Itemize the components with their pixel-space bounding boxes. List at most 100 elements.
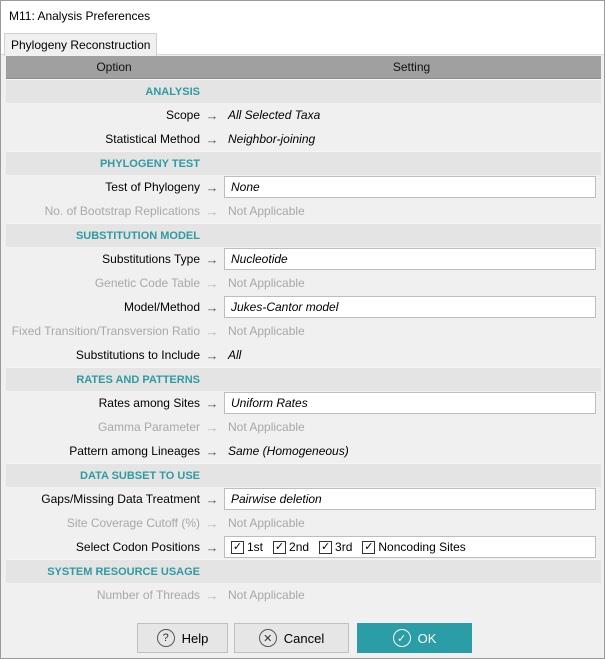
row-pattern-among-lineages: Pattern among Lineages → Same (Homogeneo… bbox=[6, 439, 601, 463]
tab-phylogeny-reconstruction[interactable]: Phylogeny Reconstruction bbox=[4, 33, 158, 56]
scope-value[interactable]: All Selected Taxa bbox=[224, 108, 320, 122]
row-scope: Scope → All Selected Taxa bbox=[6, 103, 601, 127]
row-substitutions-type: Substitutions Type → Nucleotide bbox=[6, 247, 601, 271]
bootstrap-value: Not Applicable bbox=[228, 204, 305, 218]
row-rates-among-sites: Rates among Sites → Uniform Rates bbox=[6, 391, 601, 415]
checkmark-icon: ✓ bbox=[319, 540, 333, 554]
arrow-right-icon: → bbox=[205, 203, 219, 219]
ok-button-label: OK bbox=[417, 630, 437, 646]
cancel-button[interactable]: ✕ Cancel bbox=[234, 623, 349, 653]
test-of-phylogeny-select[interactable]: None bbox=[224, 176, 596, 198]
option-label: Substitutions to Include bbox=[75, 348, 200, 362]
gaps-treatment-select[interactable]: Pairwise deletion bbox=[224, 488, 596, 510]
statistical-method-value[interactable]: Neighbor-joining bbox=[224, 132, 315, 146]
arrow-right-icon: → bbox=[205, 179, 219, 195]
arrow-right-icon: → bbox=[205, 587, 219, 603]
rates-among-sites-value: Uniform Rates bbox=[231, 396, 308, 410]
row-bootstrap-replications: No. of Bootstrap Replications → Not Appl… bbox=[6, 199, 601, 223]
row-number-of-threads: Number of Threads → Not Applicable bbox=[6, 583, 601, 607]
checkmark-icon: ✓ bbox=[362, 540, 376, 554]
model-method-value: Jukes-Cantor model bbox=[231, 300, 339, 314]
section-rates-and-patterns: RATES AND PATTERNS bbox=[6, 367, 601, 391]
arrow-right-icon: → bbox=[205, 395, 219, 411]
pattern-lineages-value[interactable]: Same (Homogeneous) bbox=[224, 444, 349, 458]
codon-3rd-checkbox[interactable]: ✓ 3rd bbox=[319, 540, 352, 554]
dialog-footer: ? Help ✕ Cancel ✓ OK bbox=[1, 613, 605, 659]
arrow-right-icon: → bbox=[205, 491, 219, 507]
section-system-resource: SYSTEM RESOURCE USAGE bbox=[6, 559, 601, 583]
gaps-value: Pairwise deletion bbox=[231, 492, 322, 506]
option-label: Fixed Transition/Transversion Ratio bbox=[11, 324, 200, 338]
setting-column-header: Setting bbox=[392, 60, 431, 74]
section-analysis: ANALYSIS bbox=[6, 79, 601, 103]
analysis-preferences-window: M11: Analysis Preferences Phylogeny Reco… bbox=[0, 0, 605, 659]
row-codon-positions: Select Codon Positions → ✓ 1st ✓ 2nd ✓ 3… bbox=[6, 535, 601, 559]
threads-value: Not Applicable bbox=[228, 588, 305, 602]
help-button-label: Help bbox=[181, 630, 209, 646]
arrow-right-icon: → bbox=[205, 275, 219, 291]
test-of-phylogeny-value: None bbox=[231, 180, 260, 194]
codon-positions-field: ✓ 1st ✓ 2nd ✓ 3rd ✓ Noncoding Sites bbox=[224, 536, 596, 558]
model-method-select[interactable]: Jukes-Cantor model bbox=[224, 296, 596, 318]
section-title: SUBSTITUTION MODEL bbox=[75, 229, 200, 242]
codon-1st-checkbox[interactable]: ✓ 1st bbox=[231, 540, 263, 554]
rates-among-sites-select[interactable]: Uniform Rates bbox=[224, 392, 596, 414]
option-label: Pattern among Lineages bbox=[69, 444, 200, 458]
arrow-right-icon: → bbox=[205, 443, 219, 459]
row-genetic-code-table: Genetic Code Table → Not Applicable bbox=[6, 271, 601, 295]
row-model-method: Model/Method → Jukes-Cantor model bbox=[6, 295, 601, 319]
option-label: Select Codon Positions bbox=[75, 540, 200, 554]
title-bar: M11: Analysis Preferences bbox=[1, 1, 604, 31]
option-label: Rates among Sites bbox=[98, 396, 200, 410]
arrow-right-icon: → bbox=[205, 347, 219, 363]
arrow-right-icon: → bbox=[205, 539, 219, 555]
option-label: Gaps/Missing Data Treatment bbox=[41, 492, 200, 506]
genetic-code-value: Not Applicable bbox=[228, 276, 305, 290]
section-title: SYSTEM RESOURCE USAGE bbox=[47, 565, 200, 578]
cancel-button-label: Cancel bbox=[283, 630, 325, 646]
preferences-grid: Option Setting ANALYSIS Scope → All Sele… bbox=[6, 56, 601, 609]
checkbox-label: Noncoding Sites bbox=[378, 540, 466, 554]
row-substitutions-to-include: Substitutions to Include → All bbox=[6, 343, 601, 367]
option-label: Statistical Method bbox=[105, 132, 200, 146]
substitutions-to-include-value[interactable]: All bbox=[224, 348, 241, 362]
grid-header: Option Setting bbox=[6, 56, 601, 79]
row-test-of-phylogeny: Test of Phylogeny → None bbox=[6, 175, 601, 199]
arrow-right-icon: → bbox=[205, 251, 219, 267]
row-statistical-method: Statistical Method → Neighbor-joining bbox=[6, 127, 601, 151]
tab-strip: Phylogeny Reconstruction bbox=[1, 31, 604, 56]
checkbox-label: 1st bbox=[247, 540, 264, 554]
substitutions-type-value: Nucleotide bbox=[231, 252, 288, 266]
option-label: No. of Bootstrap Replications bbox=[44, 204, 200, 218]
close-icon: ✕ bbox=[258, 629, 277, 647]
option-label: Genetic Code Table bbox=[94, 276, 200, 290]
noncoding-sites-checkbox[interactable]: ✓ Noncoding Sites bbox=[362, 540, 466, 554]
section-title: ANALYSIS bbox=[145, 85, 200, 98]
ok-button[interactable]: ✓ OK bbox=[357, 623, 472, 653]
window-title: M11: Analysis Preferences bbox=[9, 9, 151, 23]
arrow-right-icon: → bbox=[205, 299, 219, 315]
fixed-ratio-value: Not Applicable bbox=[228, 324, 305, 338]
row-gaps-missing-data: Gaps/Missing Data Treatment → Pairwise d… bbox=[6, 487, 601, 511]
option-label: Model/Method bbox=[123, 300, 200, 314]
option-label: Gamma Parameter bbox=[97, 420, 200, 434]
row-fixed-ratio: Fixed Transition/Transversion Ratio → No… bbox=[6, 319, 601, 343]
option-label: Substitutions Type bbox=[102, 252, 200, 266]
arrow-right-icon: → bbox=[205, 323, 219, 339]
substitutions-type-select[interactable]: Nucleotide bbox=[224, 248, 596, 270]
arrow-right-icon: → bbox=[205, 419, 219, 435]
option-label: Number of Threads bbox=[96, 588, 200, 602]
section-title: PHYLOGENY TEST bbox=[99, 157, 200, 170]
option-label: Site Coverage Cutoff (%) bbox=[66, 516, 200, 530]
checkmark-icon: ✓ bbox=[231, 540, 244, 554]
section-data-subset: DATA SUBSET TO USE bbox=[6, 463, 601, 487]
arrow-right-icon: → bbox=[205, 131, 219, 147]
gamma-value: Not Applicable bbox=[228, 420, 305, 434]
help-button[interactable]: ? Help bbox=[137, 623, 228, 653]
arrow-right-icon: → bbox=[205, 107, 219, 123]
codon-2nd-checkbox[interactable]: ✓ 2nd bbox=[273, 540, 309, 554]
checkmark-icon: ✓ bbox=[392, 629, 411, 647]
section-substitution-model: SUBSTITUTION MODEL bbox=[6, 223, 601, 247]
checkbox-label: 2nd bbox=[289, 540, 310, 554]
row-site-coverage: Site Coverage Cutoff (%) → Not Applicabl… bbox=[6, 511, 601, 535]
